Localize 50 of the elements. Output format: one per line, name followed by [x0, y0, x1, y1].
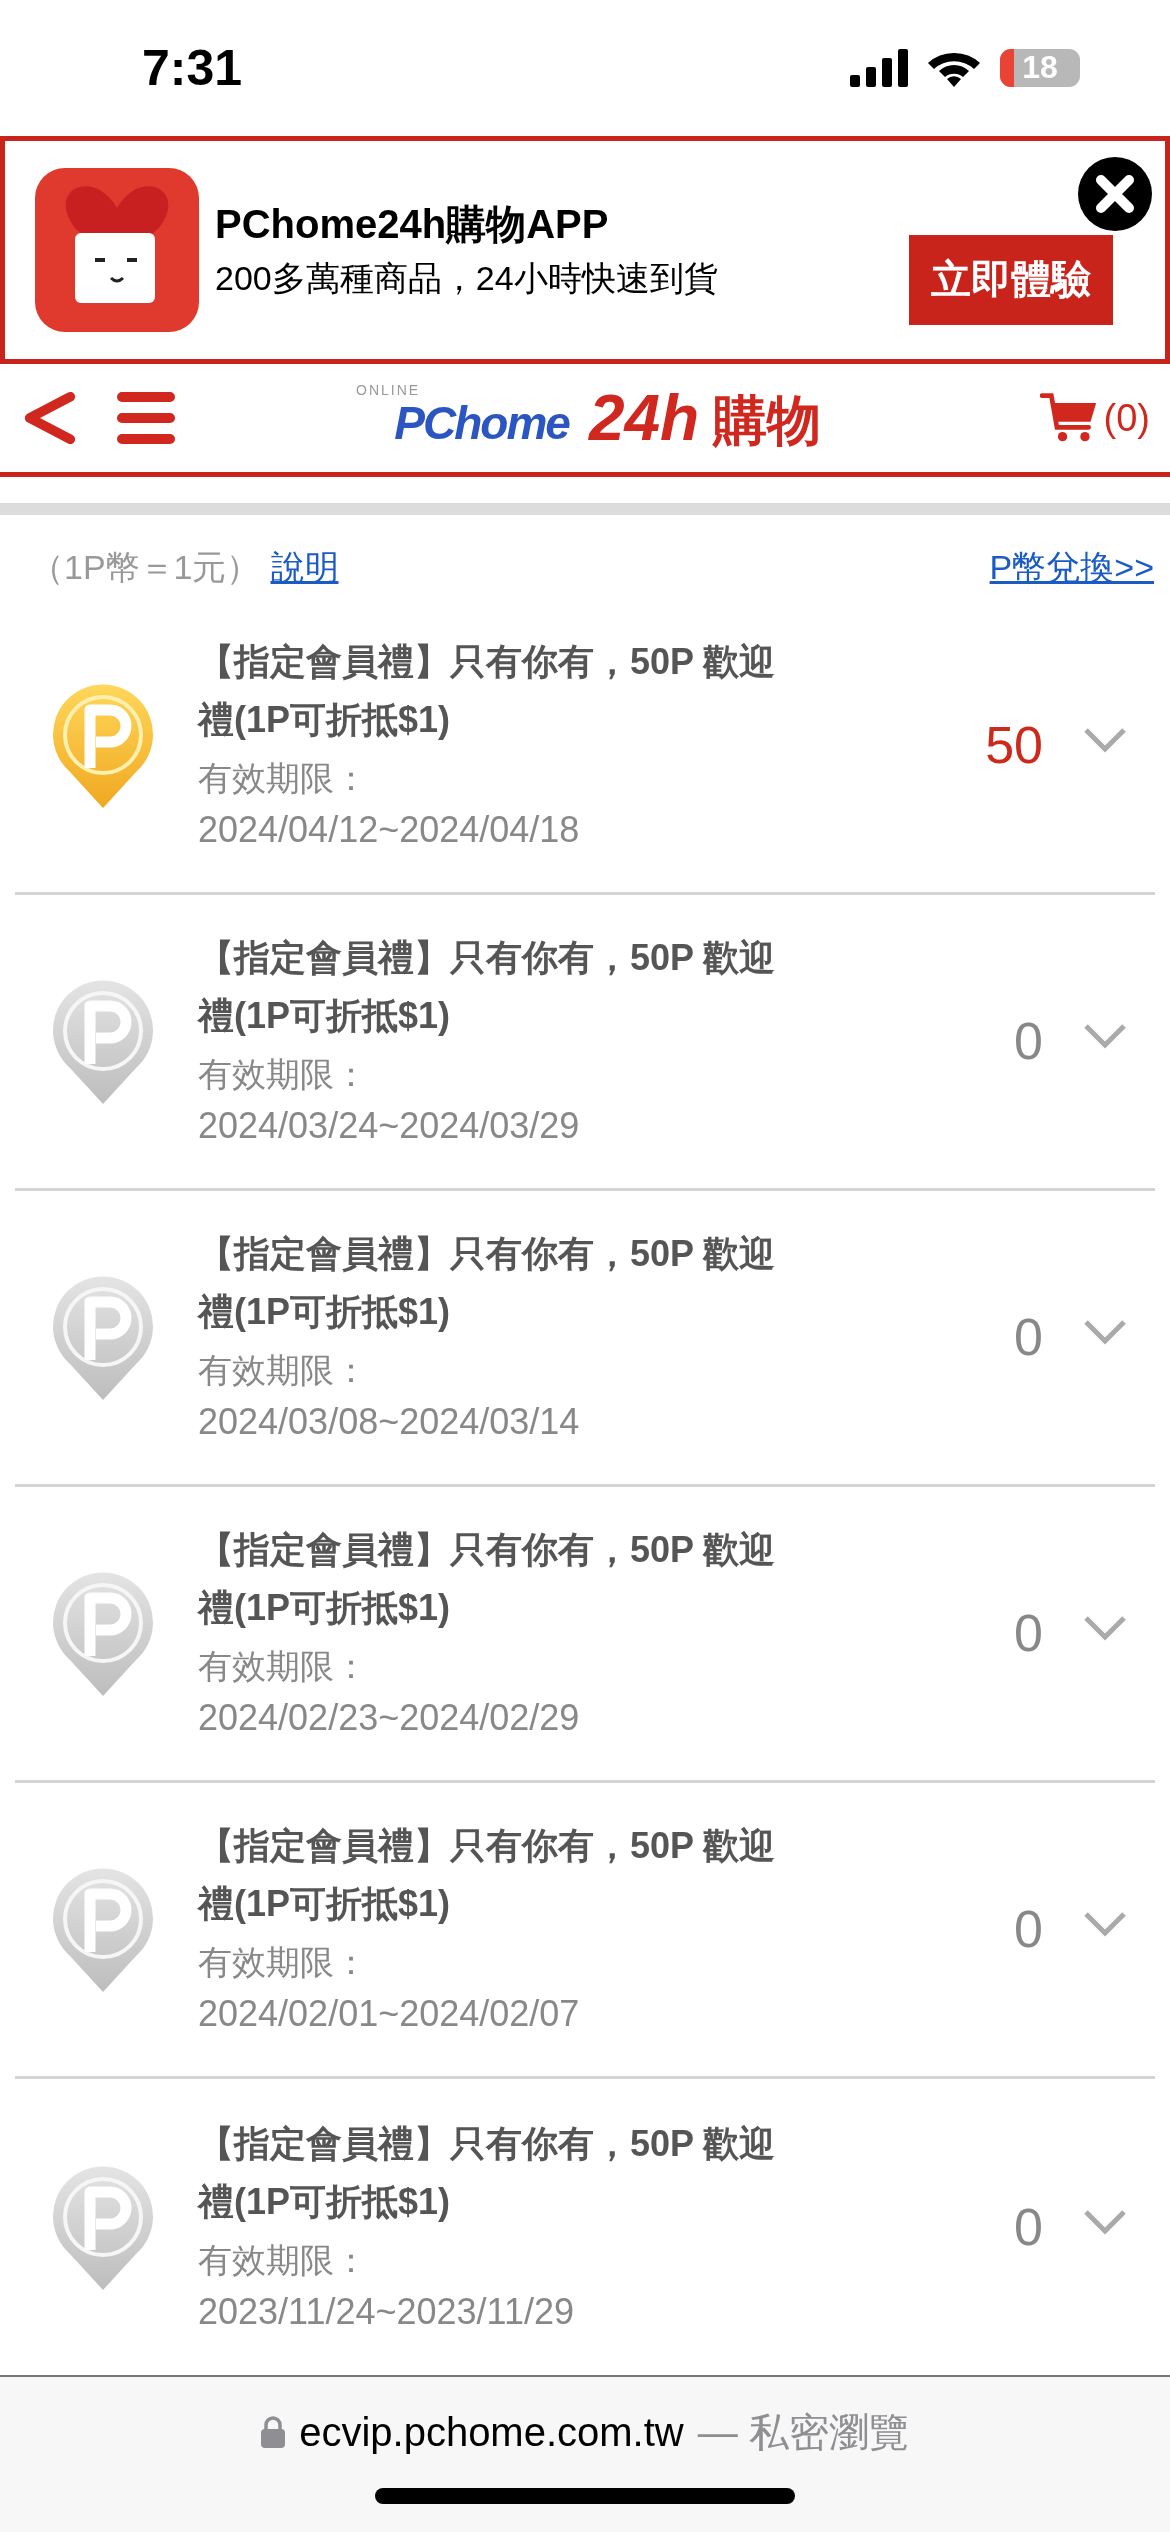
app-icon	[35, 167, 199, 332]
chevron-down-icon[interactable]	[1083, 1023, 1127, 1050]
chevron-down-icon[interactable]	[1083, 727, 1127, 754]
lock-icon	[261, 2416, 286, 2449]
status-time: 7:31	[142, 38, 243, 97]
validity-label: 有效期限：	[198, 2239, 369, 2281]
gift-title: 【指定會員禮】只有你有，50P 歡迎禮(1P可折抵$1)	[198, 1824, 777, 1927]
points-value: 0	[1014, 1307, 1043, 1368]
menu-icon[interactable]	[116, 391, 176, 445]
points-value: 0	[1014, 2196, 1043, 2257]
chevron-down-icon[interactable]	[1083, 1319, 1127, 1346]
validity-dates: 2024/03/08~2024/03/14	[198, 1400, 581, 1445]
logo-suffix: 購物	[713, 390, 822, 450]
banner-subtitle: 200多萬種商品，24小時快速到貨	[215, 258, 719, 300]
validity-dates: 2024/02/23~2024/02/29	[198, 1696, 581, 1741]
points-value: 0	[1014, 1899, 1043, 1960]
gift-title: 【指定會員禮】只有你有，50P 歡迎禮(1P可折抵$1)	[198, 1528, 777, 1631]
gift-title: 【指定會員禮】只有你有，50P 歡迎禮(1P可折抵$1)	[198, 2121, 777, 2224]
chevron-down-icon[interactable]	[1083, 1911, 1127, 1938]
private-mode-text: — 私密瀏覽	[697, 2408, 909, 2456]
url-text[interactable]: ecvip.pchome.com.tw	[299, 2409, 684, 2455]
gift-title: 【指定會員禮】只有你有，50P 歡迎禮(1P可折抵$1)	[198, 1232, 777, 1335]
validity-dates: 2024/02/01~2024/02/07	[198, 1992, 581, 2037]
points-value: 50	[985, 715, 1043, 776]
logo-number: 24h	[587, 386, 701, 450]
battery-indicator: 18	[1000, 48, 1080, 87]
banner-title: PChome24h購物APP	[215, 201, 610, 249]
logo-tag: ONLINE	[356, 382, 421, 398]
points-value: 0	[1014, 1603, 1043, 1664]
gift-title: 【指定會員禮】只有你有，50P 歡迎禮(1P可折抵$1)	[198, 936, 777, 1039]
gift-title: 【指定會員禮】只有你有，50P 歡迎禮(1P可折抵$1)	[198, 640, 777, 743]
points-value: 0	[1014, 1011, 1043, 1072]
logo-brand: PChome	[394, 396, 571, 450]
try-now-button[interactable]: 立即體驗	[909, 234, 1113, 325]
exchange-rate-text: （1P幣＝1元）	[30, 546, 261, 588]
chevron-down-icon[interactable]	[1083, 1615, 1127, 1642]
validity-dates: 2024/04/12~2024/04/18	[198, 808, 581, 853]
validity-label: 有效期限：	[198, 758, 369, 800]
validity-label: 有效期限：	[198, 1350, 369, 1392]
signal-icon	[850, 48, 908, 87]
validity-label: 有效期限：	[198, 1942, 369, 1984]
help-link[interactable]: 說明	[270, 544, 339, 591]
validity-label: 有效期限：	[198, 1646, 369, 1688]
validity-dates: 2024/03/24~2024/03/29	[198, 1104, 581, 1149]
validity-label: 有效期限：	[198, 1054, 369, 1096]
cart-count: (0)	[1103, 396, 1150, 440]
exchange-link[interactable]: P幣兌換>>	[989, 544, 1154, 591]
validity-dates: 2023/11/24~2023/11/29	[198, 2289, 576, 2334]
chevron-down-icon[interactable]	[1083, 2208, 1127, 2235]
close-icon[interactable]	[1077, 155, 1153, 232]
